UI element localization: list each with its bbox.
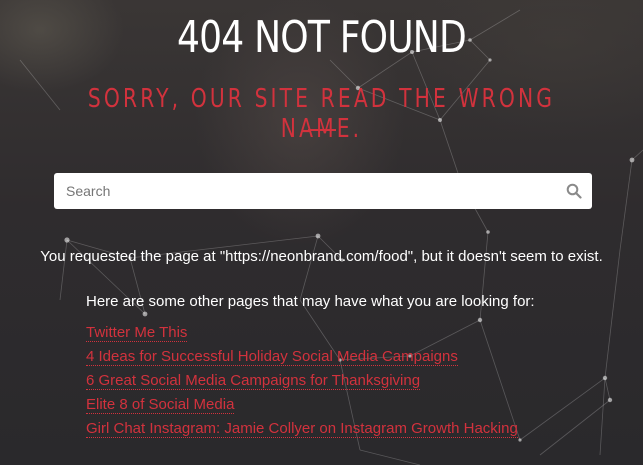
suggestion-link[interactable]: Elite 8 of Social Media (86, 396, 235, 414)
requested-page-message: You requested the page at "https://neonb… (40, 248, 603, 265)
title-divider (308, 129, 336, 131)
list-item: Twitter Me This (86, 323, 518, 347)
list-item: Elite 8 of Social Media (86, 395, 518, 419)
page-title: 404 NOT FOUND (177, 12, 467, 63)
search-box (54, 173, 592, 209)
list-item: Girl Chat Instagram: Jamie Collyer on In… (86, 419, 518, 443)
suggestion-link[interactable]: 6 Great Social Media Campaigns for Thank… (86, 372, 421, 390)
suggestion-links: Twitter Me This 4 Ideas for Successful H… (86, 323, 518, 443)
suggestion-link[interactable]: 4 Ideas for Successful Holiday Social Me… (86, 348, 458, 366)
suggestion-link[interactable]: Girl Chat Instagram: Jamie Collyer on In… (86, 420, 518, 438)
search-icon[interactable] (566, 183, 582, 199)
list-item: 6 Great Social Media Campaigns for Thank… (86, 371, 518, 395)
page: 404 NOT FOUND SORRY, OUR SITE READ THE W… (0, 0, 643, 465)
suggestion-link[interactable]: Twitter Me This (86, 324, 188, 342)
search-input[interactable] (54, 173, 554, 209)
suggestions-heading: Here are some other pages that may have … (86, 293, 535, 310)
list-item: 4 Ideas for Successful Holiday Social Me… (86, 347, 518, 371)
page-subtitle: SORRY, OUR SITE READ THE WRONG NAME. (87, 84, 556, 144)
